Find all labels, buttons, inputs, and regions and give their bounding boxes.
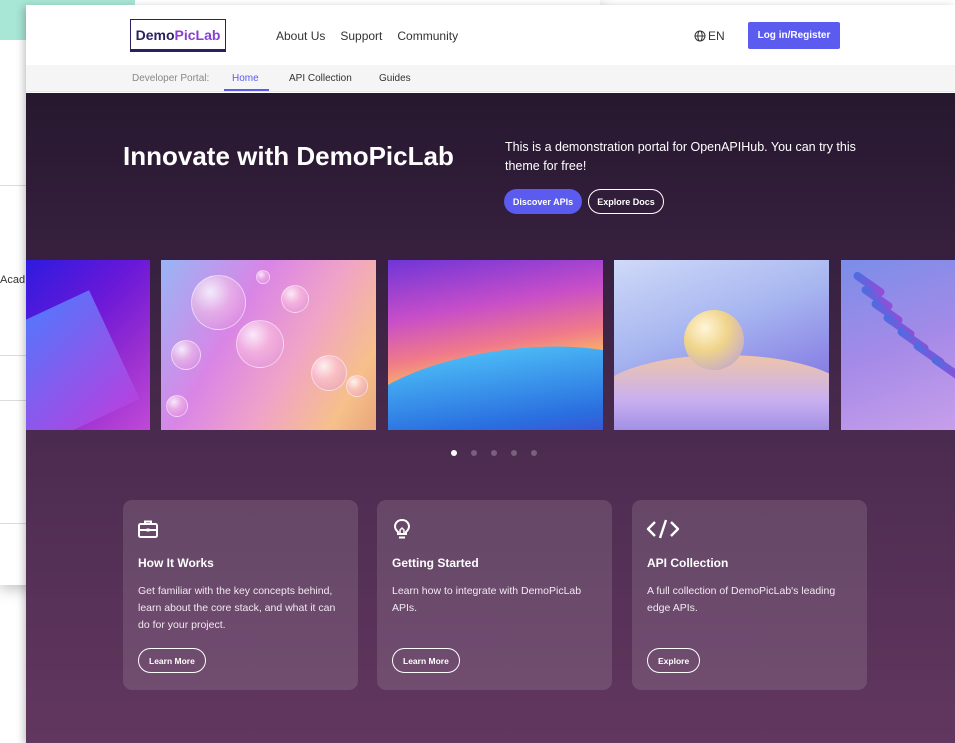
bubble-image xyxy=(236,320,284,368)
tab-api-collection[interactable]: API Collection xyxy=(289,73,352,84)
carousel-dot[interactable] xyxy=(491,450,497,456)
hero-description: This is a demonstration portal for OpenA… xyxy=(505,140,856,173)
language-selector[interactable]: EN xyxy=(694,29,725,43)
carousel-pagination xyxy=(451,450,537,456)
card-description: Get familiar with the key concepts behin… xyxy=(138,585,336,631)
globe-icon xyxy=(694,30,706,42)
learn-more-button[interactable]: Learn More xyxy=(392,648,460,673)
carousel-slide[interactable] xyxy=(841,260,955,430)
language-label: EN xyxy=(708,29,725,43)
active-tab-indicator xyxy=(224,89,269,91)
bubble-image xyxy=(166,395,188,417)
bubble-image xyxy=(346,375,368,397)
background-partial-text: Acad xyxy=(0,274,26,286)
carousel-dot[interactable] xyxy=(531,450,537,456)
bubble-image xyxy=(256,270,270,284)
bubble-image xyxy=(311,355,347,391)
carousel-slide[interactable] xyxy=(26,260,150,430)
bubble-image xyxy=(171,340,201,370)
hero-section: Innovate with DemoPicLab This is a demon… xyxy=(26,93,955,743)
tab-home[interactable]: Home xyxy=(232,73,259,84)
briefcase-icon xyxy=(138,520,158,538)
wave-image xyxy=(388,328,603,430)
logo-text-piclab: PicLab xyxy=(174,26,221,43)
top-header: Demo PicLab About Us Support Community EN… xyxy=(26,5,955,65)
developer-portal-subnav: Developer Portal: Home API Collection Gu… xyxy=(26,65,955,92)
explore-docs-button[interactable]: Explore Docs xyxy=(588,189,664,214)
login-register-button[interactable]: Log in/Register xyxy=(748,22,840,49)
card-title: Getting Started xyxy=(392,556,479,570)
carousel-slide[interactable] xyxy=(388,260,603,430)
carousel-dot[interactable] xyxy=(511,450,517,456)
carousel-slide[interactable] xyxy=(161,260,376,430)
nav-community[interactable]: Community xyxy=(397,29,458,43)
sphere-image xyxy=(684,310,744,370)
carousel-dot[interactable] xyxy=(451,450,457,456)
top-nav: About Us Support Community xyxy=(276,29,458,43)
nav-support[interactable]: Support xyxy=(340,29,382,43)
developer-portal-label: Developer Portal: xyxy=(132,73,210,84)
discover-apis-button[interactable]: Discover APIs xyxy=(504,189,582,214)
carousel-dot[interactable] xyxy=(471,450,477,456)
nav-about-us[interactable]: About Us xyxy=(276,29,325,43)
hero-title: Innovate with DemoPicLab xyxy=(123,141,454,171)
bubble-image xyxy=(281,285,309,313)
lightbulb-icon xyxy=(393,518,411,539)
card-how-it-works: How It Works Get familiar with the key c… xyxy=(123,500,358,690)
portal-window: Demo PicLab About Us Support Community EN… xyxy=(26,5,955,743)
learn-more-button[interactable]: Learn More xyxy=(138,648,206,673)
card-api-collection: API Collection A full collection of Demo… xyxy=(632,500,867,690)
logo-text-demo: Demo xyxy=(135,26,175,43)
logo[interactable]: Demo PicLab xyxy=(130,19,226,52)
abstract-shape xyxy=(26,290,140,430)
card-title: API Collection xyxy=(647,556,729,570)
tab-guides[interactable]: Guides xyxy=(379,73,411,84)
bubble-image xyxy=(191,275,246,330)
card-getting-started: Getting Started Learn how to integrate w… xyxy=(377,500,612,690)
carousel-slide[interactable] xyxy=(614,260,829,430)
explore-button[interactable]: Explore xyxy=(647,648,701,673)
card-description: A full collection of DemoPicLab's leadin… xyxy=(647,585,836,614)
card-description: Learn how to integrate with DemoPicLab A… xyxy=(392,585,582,614)
card-title: How It Works xyxy=(138,556,214,570)
code-icon xyxy=(646,519,680,539)
